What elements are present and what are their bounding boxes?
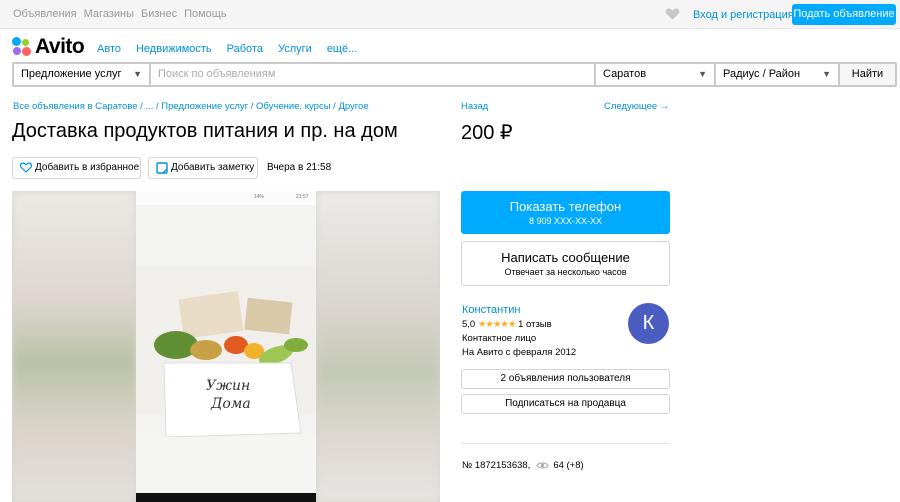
add-note-button[interactable]: Добавить заметку: [148, 157, 258, 179]
breadcrumb[interactable]: Все объявления в Саратове / ... / Предло…: [13, 101, 369, 112]
city-select[interactable]: Саратов ▼: [596, 64, 714, 85]
post-ad-button[interactable]: Подать объявление: [792, 4, 896, 25]
category-jobs[interactable]: Работа: [227, 43, 263, 55]
city-select-value: Саратов: [603, 68, 647, 80]
top-nav-help[interactable]: Помощь: [184, 8, 227, 20]
rating-value: 5,0: [462, 319, 476, 330]
phone-masked: 8 909 XXX-XX-XX: [528, 216, 603, 226]
top-nav-ads[interactable]: Объявления: [13, 8, 77, 20]
add-note-label: Добавить заметку: [171, 162, 255, 173]
radius-select-value: Радиус / Район: [723, 68, 801, 80]
logo[interactable]: Avito: [12, 35, 85, 59]
ad-photo[interactable]: 14% 21:57 Ужин Дома: [12, 191, 440, 502]
photo-blur-left: [12, 191, 136, 502]
status-battery: 14%: [254, 194, 265, 200]
seller-type: Контактное лицо: [462, 333, 537, 344]
heart-icon: [20, 162, 32, 173]
publish-date: Вчера в 21:58: [267, 162, 332, 173]
radius-select[interactable]: Радиус / Район ▼: [716, 64, 838, 85]
category-realty[interactable]: Недвижимость: [136, 43, 212, 55]
top-nav: Объявления Магазины Бизнес Помощь: [13, 8, 234, 20]
add-favorite-button[interactable]: Добавить в избранное: [12, 157, 141, 179]
status-time: 21:57: [296, 194, 309, 200]
box-text-line-1: Ужин: [206, 378, 250, 394]
eye-icon: [536, 462, 550, 469]
search-input[interactable]: Поиск по объявлениям: [151, 64, 594, 85]
category-select[interactable]: Предложение услуг ▼: [14, 64, 149, 85]
category-auto[interactable]: Авто: [97, 43, 121, 55]
phone-status-bar: 14% 21:57: [136, 191, 316, 205]
phone-screenshot: 14% 21:57 Ужин Дома: [136, 191, 316, 502]
chevron-down-icon: ▼: [698, 69, 707, 79]
seller-name[interactable]: Константин: [462, 304, 520, 316]
seller-since: На Авито с февраля 2012: [462, 347, 577, 358]
photo-blur-right: [316, 191, 440, 502]
category-services[interactable]: Услуги: [278, 43, 312, 55]
avatar[interactable]: К: [628, 303, 669, 344]
ad-number: № 1872153638,: [462, 460, 531, 471]
top-bar: Объявления Магазины Бизнес Помощь Вход и…: [0, 0, 900, 29]
logo-text: Avito: [35, 35, 85, 58]
ad-info: № 1872153638, 64 (+8): [462, 460, 584, 471]
next-link[interactable]: Следующее →: [604, 101, 669, 112]
chevron-down-icon: ▼: [133, 69, 142, 79]
rating-stars: ★★★★★: [477, 319, 517, 330]
category-select-value: Предложение услуг: [21, 68, 122, 80]
price: 200 ₽: [461, 122, 513, 144]
reply-time: Отвечает за несколько часов: [504, 267, 627, 277]
subscribe-seller-button[interactable]: Подписаться на продавца: [461, 394, 670, 414]
search-bar: Предложение услуг ▼ Поиск по объявлениям…: [12, 62, 897, 87]
write-message-button[interactable]: Написать сообщение Отвечает за несколько…: [461, 241, 670, 286]
top-nav-shops[interactable]: Магазины: [84, 8, 134, 20]
avito-logo-icon: [12, 37, 32, 57]
category-nav: Авто Недвижимость Работа Услуги ещё...: [97, 43, 372, 55]
phone-bottom-bar: [136, 493, 316, 502]
add-favorite-label: Добавить в избранное: [35, 162, 140, 173]
write-message-label: Написать сообщение: [501, 250, 630, 265]
heart-icon[interactable]: [665, 7, 680, 21]
top-nav-business[interactable]: Бизнес: [141, 8, 177, 20]
reviews-count: 1 отзыв: [518, 319, 552, 330]
find-button[interactable]: Найти: [840, 64, 895, 85]
user-ads-button[interactable]: 2 объявления пользователя: [461, 369, 670, 389]
show-phone-label: Показать телефон: [509, 199, 622, 214]
seller-rating[interactable]: 5,0 ★★★★★ 1 отзыв: [462, 319, 552, 330]
show-phone-button[interactable]: Показать телефон 8 909 XXX-XX-XX: [461, 191, 670, 234]
views-count: 64 (+8): [553, 460, 584, 471]
box-text-line-2: Дома: [210, 396, 251, 412]
divider: [461, 443, 670, 444]
category-more[interactable]: ещё...: [327, 43, 357, 55]
food-box-image: Ужин Дома: [136, 205, 316, 493]
back-link[interactable]: Назад: [461, 101, 488, 112]
page-title: Доставка продуктов питания и пр. на дом: [12, 120, 398, 142]
note-icon: [156, 162, 168, 174]
login-link[interactable]: Вход и регистрация: [693, 9, 794, 21]
chevron-down-icon: ▼: [822, 69, 831, 79]
